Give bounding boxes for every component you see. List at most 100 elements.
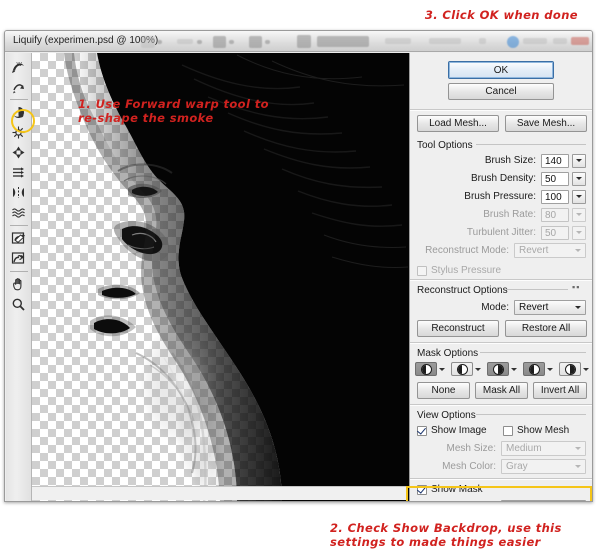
mask-none-button[interactable]: None — [417, 382, 470, 399]
cancel-button[interactable]: Cancel — [448, 83, 554, 100]
stylus-pressure-checkbox[interactable] — [417, 265, 427, 276]
brush-rate-input: 80 — [541, 207, 569, 222]
replace-selection-icon — [415, 362, 437, 376]
tool-options-rule — [476, 144, 586, 145]
add-to-selection-button[interactable] — [451, 362, 481, 376]
brush-size-label: Brush Size: — [484, 155, 536, 166]
liquify-canvas[interactable]: 1. Use Forward warp tool to re-shape the… — [32, 53, 411, 501]
liquify-dialog: Liquify (experimen.psd @ 100%) W 1. Use … — [4, 30, 593, 502]
brush-pressure-stepper[interactable] — [572, 189, 586, 204]
annotation-step-3: 3. Click OK when done — [424, 8, 578, 22]
brush-size-input[interactable]: 140 — [541, 153, 569, 168]
turbulence-tool[interactable] — [8, 203, 30, 222]
reconstruct-mode2-label: Mode: — [481, 302, 509, 313]
smoke-face-artwork: 1. Use Forward warp tool to re-shape the… — [32, 53, 411, 501]
subtract-from-selection-icon — [487, 362, 509, 376]
replace-selection-button[interactable] — [415, 362, 445, 376]
zoom-tool[interactable] — [8, 295, 30, 314]
forward-warp-tool[interactable]: W — [8, 57, 30, 76]
show-mesh-checkbox[interactable] — [503, 425, 513, 436]
brush-density-stepper[interactable] — [572, 171, 586, 186]
show-image-checkbox[interactable] — [417, 425, 427, 436]
brush-rate-stepper — [572, 207, 586, 222]
reconstruct-mode2-value: Revert — [519, 302, 549, 313]
chevron-down-icon — [575, 447, 581, 450]
pucker-tool[interactable] — [8, 123, 30, 142]
invert-selection-button[interactable] — [559, 362, 589, 376]
reconstruct-options-rule — [506, 289, 568, 290]
brush-size-row: Brush Size: 140 — [417, 153, 586, 168]
annotation-step-1: 1. Use Forward warp tool to re-shape the… — [78, 97, 269, 125]
mesh-color-select: Gray — [501, 459, 586, 474]
ok-button[interactable]: OK — [448, 61, 554, 79]
brush-pressure-input[interactable]: 100 — [541, 189, 569, 204]
panel-divider-3 — [410, 342, 592, 344]
intersect-with-selection-icon — [523, 362, 545, 376]
show-mesh-row[interactable]: Show Mesh — [503, 423, 569, 438]
mesh-size-select: Medium — [501, 441, 586, 456]
canvas-horizontal-scrollbar[interactable] — [32, 486, 408, 500]
chevron-down-icon[interactable] — [547, 367, 553, 371]
chevron-down-icon[interactable] — [475, 367, 481, 371]
reconstruct-mode-value: Revert — [519, 245, 549, 256]
brush-size-stepper[interactable] — [572, 153, 586, 168]
turbulent-jitter-input: 50 — [541, 225, 569, 240]
turbulent-jitter-label: Turbulent Jitter: — [466, 227, 536, 238]
mask-invert-all-button[interactable]: Invert All — [533, 382, 587, 399]
save-mesh-button[interactable]: Save Mesh... — [505, 115, 587, 132]
intersect-with-selection-button[interactable] — [523, 362, 553, 376]
mask-options-rule — [480, 352, 586, 353]
view-options-rule — [476, 414, 586, 415]
reconstruct-mode-label: Reconstruct Mode: — [425, 245, 509, 256]
stylus-pressure-row[interactable]: Stylus Pressure — [417, 263, 501, 278]
subtract-from-selection-button[interactable] — [487, 362, 517, 376]
show-image-label: Show Image — [431, 425, 487, 436]
panel-divider-4 — [410, 404, 592, 406]
reconstruct-mode-row: Reconstruct Mode: Revert — [417, 243, 586, 258]
mask-mode-icon-row — [415, 362, 589, 376]
mask-all-button[interactable]: Mask All — [475, 382, 528, 399]
brush-density-input[interactable]: 50 — [541, 171, 569, 186]
reconstruct-button[interactable]: Reconstruct — [417, 320, 499, 337]
turbulent-jitter-row: Turbulent Jitter: 50 — [417, 225, 586, 240]
chevron-down-icon[interactable] — [583, 367, 589, 371]
svg-text:W: W — [17, 62, 23, 68]
dialog-titlebar[interactable]: Liquify (experimen.psd @ 100%) — [5, 31, 592, 52]
brush-rate-label: Brush Rate: — [483, 209, 536, 220]
panel-divider-5 — [410, 478, 592, 480]
mesh-size-value: Medium — [506, 443, 542, 454]
mask-color-row: Mask Color: Red — [417, 500, 586, 501]
show-mask-label: Show Mask — [431, 484, 483, 495]
panel-menu-icon[interactable]: ▪▪ — [572, 282, 580, 292]
mesh-color-label: Mesh Color: — [442, 461, 496, 472]
bloat-tool[interactable] — [8, 143, 30, 162]
reconstruct-tool[interactable] — [8, 77, 30, 96]
freeze-mask-tool[interactable] — [8, 229, 30, 248]
brush-density-row: Brush Density: 50 — [417, 171, 586, 186]
push-left-tool[interactable] — [8, 163, 30, 182]
brush-rate-row: Brush Rate: 80 — [417, 207, 586, 222]
view-options-title: View Options — [417, 410, 476, 421]
load-mesh-button[interactable]: Load Mesh... — [417, 115, 499, 132]
mesh-size-label: Mesh Size: — [446, 443, 496, 454]
show-image-row[interactable]: Show Image — [417, 423, 487, 438]
hand-tool[interactable] — [8, 275, 30, 294]
show-mask-row[interactable]: Show Mask — [417, 482, 483, 497]
chevron-down-icon — [575, 306, 581, 309]
restore-all-button[interactable]: Restore All — [505, 320, 587, 337]
thaw-mask-tool[interactable] — [8, 249, 30, 268]
mirror-tool[interactable] — [8, 183, 30, 202]
brush-density-label: Brush Density: — [470, 173, 536, 184]
dialog-title: Liquify (experimen.psd @ 100%) — [13, 35, 159, 46]
reconstruct-mode2-select[interactable]: Revert — [514, 300, 586, 315]
liquify-toolbar[interactable]: W — [6, 53, 35, 501]
twirl-clockwise-tool[interactable] — [8, 103, 30, 122]
invert-selection-icon — [559, 362, 581, 376]
mask-color-select[interactable]: Red — [501, 500, 586, 501]
panel-divider-1 — [410, 109, 592, 111]
annotation-step-2: 2. Check Show Backdrop, use this setting… — [330, 521, 562, 549]
chevron-down-icon[interactable] — [511, 367, 517, 371]
mask-options-title: Mask Options — [417, 348, 479, 359]
show-mask-checkbox[interactable] — [417, 484, 427, 495]
chevron-down-icon[interactable] — [439, 367, 445, 371]
